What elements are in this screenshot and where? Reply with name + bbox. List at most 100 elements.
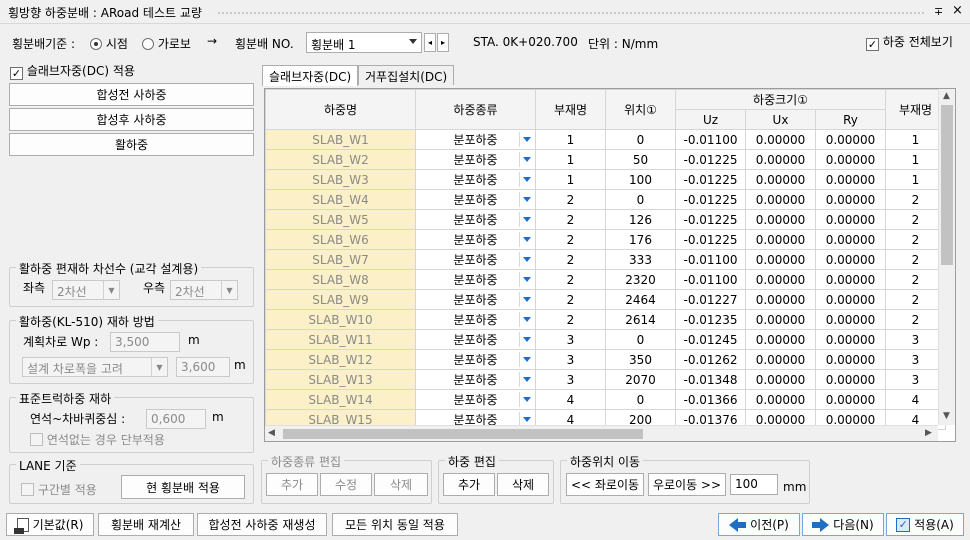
cell-position[interactable]: 0 [605, 189, 676, 210]
checkmark-icon[interactable]: ✓ [866, 38, 879, 51]
cell-uz[interactable]: -0.01366 [675, 389, 746, 410]
slab-weight-checkbox[interactable]: ✓ 슬래브자중(DC) 적용 [10, 62, 135, 80]
col-header-ux[interactable]: Ux [745, 109, 816, 130]
cell-member2[interactable]: 1 [885, 169, 946, 190]
default-button[interactable]: 기본값(R) [6, 513, 94, 536]
cell-member2[interactable]: 4 [885, 389, 946, 410]
dropdown-arrow-icon[interactable] [519, 252, 533, 267]
pre-composite-dead-load-button[interactable]: 합성전 사하중 [9, 83, 254, 106]
cell-position[interactable]: 50 [605, 149, 676, 170]
prev-distribution-button[interactable]: ◂ [424, 33, 436, 52]
radio-start[interactable]: 시점 [90, 35, 128, 52]
cell-position[interactable]: 2464 [605, 289, 676, 310]
axle-input[interactable]: 0,600 [146, 409, 206, 429]
cell-member[interactable]: 2 [535, 269, 606, 290]
right-lanes-select[interactable]: 2차선 ▼ [170, 280, 238, 300]
cell-member[interactable]: 2 [535, 289, 606, 310]
cell-position[interactable]: 0 [605, 129, 676, 150]
cell-load-name[interactable]: SLAB_W12 [265, 349, 416, 370]
table-row[interactable]: SLAB_W4 분포하중 2 0 -0.01225 0.00000 0.00000 2 [265, 189, 946, 210]
col-header-load-size[interactable]: 하중크기① [675, 89, 886, 110]
cell-load-name[interactable]: SLAB_W7 [265, 249, 416, 270]
table-row[interactable]: SLAB_W12 분포하중 3 350 -0.01262 0.00000 0.00000 3 [265, 349, 946, 370]
scroll-up-icon[interactable]: ▲ [943, 91, 950, 101]
dropdown-arrow-icon[interactable] [519, 332, 533, 347]
col-header-type[interactable]: 하중종류 [415, 89, 536, 130]
dropdown-arrow-icon[interactable] [519, 192, 533, 207]
live-load-button[interactable]: 활하중 [9, 133, 254, 156]
cell-member[interactable]: 1 [535, 169, 606, 190]
col-header-name[interactable]: 하중명 [265, 89, 416, 130]
type-modify-button[interactable]: 수정 [320, 473, 372, 496]
cell-member[interactable]: 2 [535, 189, 606, 210]
left-lanes-select[interactable]: 2차선 ▼ [52, 280, 120, 300]
type-add-button[interactable]: 추가 [266, 473, 318, 496]
cell-load-name[interactable]: SLAB_W11 [265, 329, 416, 350]
cell-load-type[interactable]: 분포하중 [415, 209, 536, 230]
cell-load-name[interactable]: SLAB_W6 [265, 229, 416, 250]
cell-uz[interactable]: -0.01100 [675, 269, 746, 290]
table-row[interactable]: SLAB_W13 분포하중 3 2070 -0.01348 0.00000 0.00000 3 [265, 369, 946, 390]
cell-load-type[interactable]: 분포하중 [415, 149, 536, 170]
col-header-member2[interactable]: 부재명 [885, 89, 946, 130]
cell-ry[interactable]: 0.00000 [815, 229, 886, 250]
table-row[interactable]: SLAB_W14 분포하중 4 0 -0.01366 0.00000 0.00000 4 [265, 389, 946, 410]
cell-ux[interactable]: 0.00000 [745, 289, 816, 310]
horizontal-scrollbar[interactable]: ◀ ▶ [265, 425, 938, 441]
cell-position[interactable]: 2070 [605, 369, 676, 390]
cell-uz[interactable]: -0.01245 [675, 329, 746, 350]
cell-ry[interactable]: 0.00000 [815, 329, 886, 350]
col-header-position[interactable]: 위치① [605, 89, 676, 130]
scroll-right-icon[interactable]: ▶ [925, 428, 932, 438]
cell-load-type[interactable]: 분포하중 [415, 189, 536, 210]
dropdown-arrow-icon[interactable] [519, 272, 533, 287]
cell-ux[interactable]: 0.00000 [745, 369, 816, 390]
cell-load-type[interactable]: 분포하중 [415, 249, 536, 270]
cell-position[interactable]: 333 [605, 249, 676, 270]
cell-member[interactable]: 3 [535, 349, 606, 370]
vertical-scroll-thumb[interactable] [941, 105, 953, 265]
cell-load-name[interactable]: SLAB_W8 [265, 269, 416, 290]
cell-load-type[interactable]: 분포하중 [415, 349, 536, 370]
cell-ry[interactable]: 0.00000 [815, 149, 886, 170]
lane-width-input[interactable]: 3,600 [176, 357, 230, 377]
cell-ry[interactable]: 0.00000 [815, 289, 886, 310]
cell-load-type[interactable]: 분포하중 [415, 129, 536, 150]
cell-ry[interactable]: 0.00000 [815, 389, 886, 410]
cell-uz[interactable]: -0.01235 [675, 309, 746, 330]
cell-load-type[interactable]: 분포하중 [415, 169, 536, 190]
cell-member2[interactable]: 2 [885, 249, 946, 270]
cell-ux[interactable]: 0.00000 [745, 309, 816, 330]
cell-ux[interactable]: 0.00000 [745, 269, 816, 290]
apply-button[interactable]: ✓ 적용(A) [886, 513, 964, 536]
cell-uz[interactable]: -0.01262 [675, 349, 746, 370]
dropdown-arrow-icon[interactable] [519, 352, 533, 367]
no-curb-checkbox[interactable]: 연석없는 경우 단부적용 [30, 431, 165, 448]
cell-ux[interactable]: 0.00000 [745, 389, 816, 410]
cell-uz[interactable]: -0.01225 [675, 229, 746, 250]
cell-member[interactable]: 3 [535, 329, 606, 350]
table-row[interactable]: SLAB_W8 분포하중 2 2320 -0.01100 0.00000 0.00000 2 [265, 269, 946, 290]
radio-girder[interactable]: 가로보 [142, 35, 191, 52]
dropdown-arrow-icon[interactable] [519, 392, 533, 407]
regenerate-dead-load-button[interactable]: 합성전 사하중 재생성 [197, 513, 327, 536]
move-amount-input[interactable]: 100 [730, 474, 778, 495]
cell-member[interactable]: 2 [535, 249, 606, 270]
cell-load-type[interactable]: 분포하중 [415, 229, 536, 250]
cell-position[interactable]: 126 [605, 209, 676, 230]
cell-member[interactable]: 1 [535, 149, 606, 170]
cell-member[interactable]: 2 [535, 309, 606, 330]
cell-load-name[interactable]: SLAB_W14 [265, 389, 416, 410]
cell-uz[interactable]: -0.01227 [675, 289, 746, 310]
cell-ry[interactable]: 0.00000 [815, 369, 886, 390]
cell-uz[interactable]: -0.01225 [675, 169, 746, 190]
pin-icon[interactable]: ∓ [934, 5, 943, 18]
cell-load-type[interactable]: 분포하중 [415, 329, 536, 350]
cell-load-name[interactable]: SLAB_W3 [265, 169, 416, 190]
move-right-button[interactable]: 우로이동 >> [648, 473, 726, 496]
per-section-checkbox[interactable]: 구간별 적용 [21, 481, 97, 498]
cell-load-type[interactable]: 분포하중 [415, 289, 536, 310]
cell-load-type[interactable]: 분포하중 [415, 389, 536, 410]
cell-member2[interactable]: 2 [885, 269, 946, 290]
post-composite-dead-load-button[interactable]: 합성후 사하중 [9, 108, 254, 131]
